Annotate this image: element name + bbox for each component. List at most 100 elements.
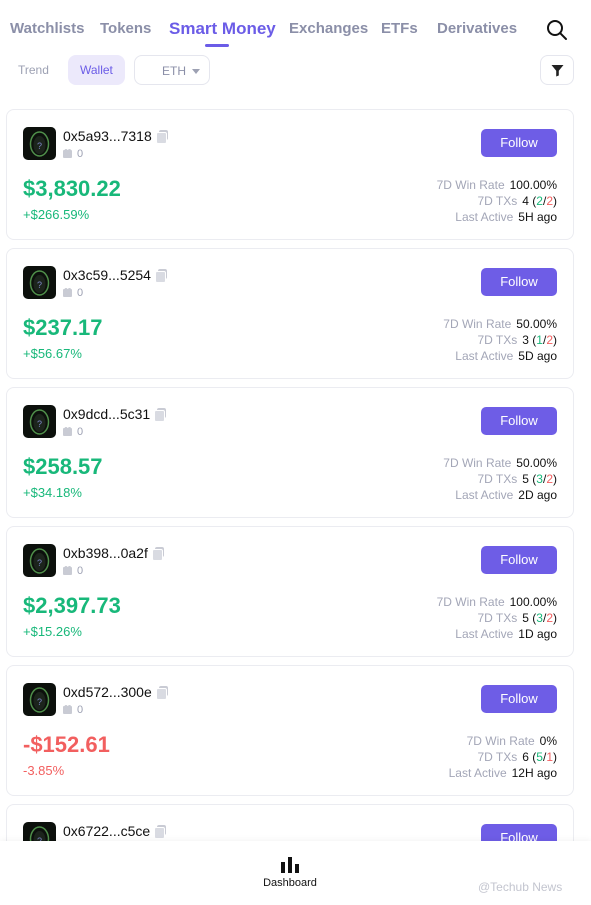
last-active-value: 2D ago xyxy=(518,488,557,502)
hooded-figure-icon: ? xyxy=(29,409,50,435)
wallet-card[interactable]: ? 0xd572...300e 0 Follow -$152.61 -3.85% 7D Wi… xyxy=(6,665,574,796)
win-rate-value: 50.00% xyxy=(516,317,557,331)
follower-count-value: 0 xyxy=(77,565,84,577)
filter-icon xyxy=(551,65,564,77)
search-button[interactable] xyxy=(545,18,569,42)
last-active-label: Last Active xyxy=(455,488,514,502)
wallet-card[interactable]: ? 0xb398...0a2f 0 Follow $2,397.73 +$15.26% 7D… xyxy=(6,526,574,657)
copy-icon[interactable] xyxy=(155,130,168,144)
hooded-figure-icon: ? xyxy=(29,131,50,157)
last-active-value: 12H ago xyxy=(511,766,557,780)
last-active-value: 1D ago xyxy=(518,627,557,641)
filter-bar: Trend Wallet ETH xyxy=(0,55,591,87)
txs-label: 7D TXs xyxy=(477,194,518,208)
follower-count: 0 xyxy=(63,426,83,438)
last-active-value: 5H ago xyxy=(518,210,557,224)
chevron-down-icon xyxy=(192,69,200,75)
txs-total: 3 xyxy=(522,333,529,347)
txs-sell: 2 xyxy=(546,611,553,625)
txs-label: 7D TXs xyxy=(477,472,518,486)
wallet-address-text: 0x6722...c5ce xyxy=(63,823,151,839)
wallet-address: 0x5a93...7318 xyxy=(63,128,168,144)
copy-icon[interactable] xyxy=(154,408,167,422)
hooded-figure-icon: ? xyxy=(29,548,50,574)
follow-button[interactable]: Follow xyxy=(481,685,557,713)
wallet-address: 0x6722...c5ce xyxy=(63,823,167,839)
win-rate-label: 7D Win Rate xyxy=(436,178,505,192)
wallet-stats: 7D Win Rate 50.00% 7D TXs 3 (1/2) Last Activ… xyxy=(443,316,557,364)
wallet-value: $3,830.22 xyxy=(23,176,121,201)
tab-watchlists[interactable]: Watchlists xyxy=(10,20,84,37)
copy-icon[interactable] xyxy=(154,269,167,283)
follow-button[interactable]: Follow xyxy=(481,268,557,296)
wallet-address: 0xd572...300e xyxy=(63,684,168,700)
active-tab-indicator xyxy=(205,44,229,47)
wallet-pnl: -3.85% xyxy=(23,763,65,778)
txs-buy: 1 xyxy=(536,333,543,347)
hooded-figure-icon: ? xyxy=(29,270,50,296)
wallet-avatar: ? xyxy=(23,266,56,299)
bottom-nav: Dashboard xyxy=(0,841,591,905)
wallet-address-text: 0x5a93...7318 xyxy=(63,128,152,144)
follower-count: 0 xyxy=(63,287,83,299)
txs-total: 5 xyxy=(522,472,529,486)
follower-count-value: 0 xyxy=(77,148,84,160)
txs-close-paren: ) xyxy=(553,472,557,486)
txs-buy: 5 xyxy=(536,750,543,764)
tab-derivatives[interactable]: Derivatives xyxy=(437,20,517,37)
top-tab-bar: Watchlists Tokens Smart Money Exchanges … xyxy=(0,0,591,50)
wallet-stats: 7D Win Rate 0% 7D TXs 6 (5/1) Last Active 12H… xyxy=(449,733,557,781)
tab-exchanges[interactable]: Exchanges xyxy=(289,20,368,37)
svg-text:?: ? xyxy=(37,697,42,707)
txs-close-paren: ) xyxy=(553,194,557,208)
txs-buy: 3 xyxy=(536,472,543,486)
wallet-card[interactable]: ? 0x9dcd...5c31 0 Follow $258.57 +$34.18% 7D W… xyxy=(6,387,574,518)
txs-total: 5 xyxy=(522,611,529,625)
follower-count-value: 0 xyxy=(77,704,84,716)
win-rate-label: 7D Win Rate xyxy=(443,317,512,331)
follow-button[interactable]: Follow xyxy=(481,129,557,157)
wallet-avatar: ? xyxy=(23,405,56,438)
bar-chart-icon xyxy=(281,857,299,873)
follow-button[interactable]: Follow xyxy=(481,546,557,574)
trend-filter[interactable]: Trend xyxy=(6,55,61,85)
wallet-pnl: +$56.67% xyxy=(23,346,82,361)
copy-icon[interactable] xyxy=(154,825,167,839)
tab-etfs[interactable]: ETFs xyxy=(381,20,418,37)
wallet-stats: 7D Win Rate 100.00% 7D TXs 5 (3/2) Last Acti… xyxy=(437,594,557,642)
camera-icon xyxy=(63,288,72,297)
txs-total: 4 xyxy=(522,194,529,208)
filter-button[interactable] xyxy=(540,55,574,85)
tab-tokens[interactable]: Tokens xyxy=(100,20,151,37)
wallet-address-text: 0x9dcd...5c31 xyxy=(63,406,151,422)
wallet-filter[interactable]: Wallet xyxy=(68,55,125,85)
chain-select-value: ETH xyxy=(162,64,186,78)
svg-text:?: ? xyxy=(37,141,42,151)
txs-sell: 1 xyxy=(546,750,553,764)
wallet-value: $258.57 xyxy=(23,454,103,479)
chain-select[interactable]: ETH xyxy=(134,55,210,85)
follower-count-value: 0 xyxy=(77,426,84,438)
wallet-address-text: 0xd572...300e xyxy=(63,684,152,700)
copy-icon[interactable] xyxy=(155,686,168,700)
txs-close-paren: ) xyxy=(553,333,557,347)
search-icon xyxy=(547,20,567,40)
wallet-card[interactable]: ? 0x5a93...7318 0 Follow $3,830.22 +$266.59% 7… xyxy=(6,109,574,240)
win-rate-label: 7D Win Rate xyxy=(436,595,505,609)
tab-smart-money[interactable]: Smart Money xyxy=(169,19,276,39)
wallet-pnl: +$34.18% xyxy=(23,485,82,500)
txs-sell: 2 xyxy=(546,194,553,208)
hooded-figure-icon: ? xyxy=(29,687,50,713)
camera-icon xyxy=(63,149,72,158)
win-rate-label: 7D Win Rate xyxy=(443,456,512,470)
follow-button[interactable]: Follow xyxy=(481,407,557,435)
wallet-stats: 7D Win Rate 100.00% 7D TXs 4 (2/2) Last Acti… xyxy=(437,177,557,225)
wallet-card[interactable]: ? 0x3c59...5254 0 Follow $237.17 +$56.67% 7D W… xyxy=(6,248,574,379)
follower-count: 0 xyxy=(63,565,83,577)
follower-count: 0 xyxy=(63,704,83,716)
follower-count-value: 0 xyxy=(77,287,84,299)
wallet-address: 0xb398...0a2f xyxy=(63,545,164,561)
txs-label: 7D TXs xyxy=(477,750,518,764)
copy-icon[interactable] xyxy=(151,547,164,561)
wallet-address: 0x3c59...5254 xyxy=(63,267,167,283)
